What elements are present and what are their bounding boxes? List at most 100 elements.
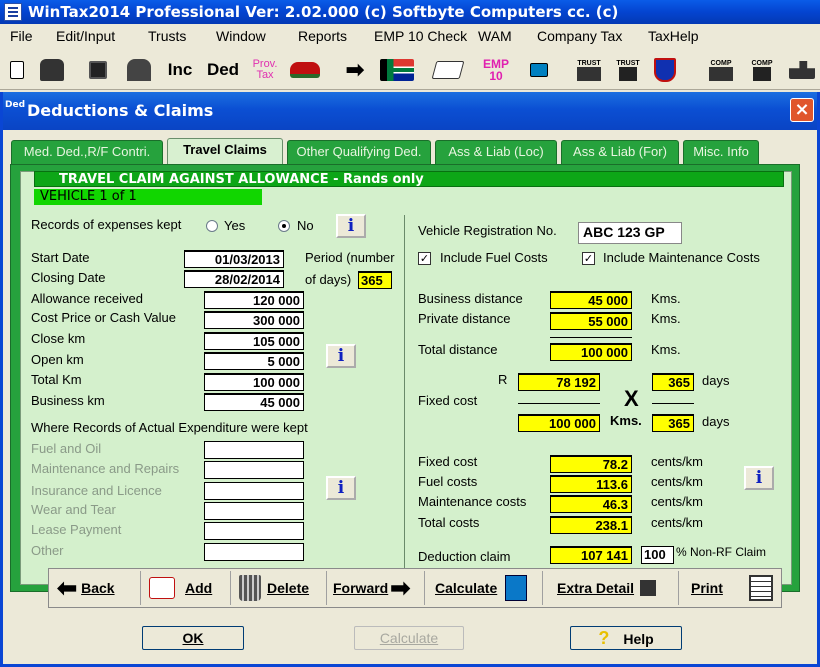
menu-bar: File Edit/Input Trusts Window Reports EM…	[0, 25, 820, 49]
menu-edit-input[interactable]: Edit/Input	[56, 28, 115, 44]
close-km-field[interactable]: 105 000	[204, 332, 304, 350]
tab-medical-deductions[interactable]: Med. Ded.,R/F Contri.	[11, 140, 163, 164]
trust-open-icon[interactable]: TRUST	[575, 56, 603, 84]
trust-save-icon[interactable]: TRUST	[614, 56, 642, 84]
south-africa-flag-icon[interactable]	[378, 56, 416, 84]
start-date-field[interactable]: 01/03/2013	[184, 250, 284, 268]
tab-other-qualifying[interactable]: Other Qualifying Ded.	[287, 140, 431, 164]
include-maintenance-checkbox[interactable]: ✓	[582, 252, 595, 265]
window-title-bar: WinTax2014 Professional Ver: 2.02.000 (c…	[0, 0, 820, 24]
expenditure-info-button[interactable]: i	[326, 476, 356, 500]
menu-trusts[interactable]: Trusts	[148, 28, 186, 44]
open-binoculars-icon[interactable]	[36, 56, 68, 84]
tab-assets-local[interactable]: Ass & Liab (Loc)	[435, 140, 557, 164]
menu-company-tax[interactable]: Company Tax	[537, 28, 622, 44]
records-no-radio[interactable]	[278, 220, 290, 232]
maintenance-field[interactable]	[204, 461, 304, 479]
car-icon[interactable]	[288, 56, 322, 84]
records-kept-label: Records of expenses kept	[31, 217, 182, 232]
deduction-claim-label: Deduction claim	[418, 549, 511, 564]
travel-claim-banner: TRAVEL CLAIM AGAINST ALLOWANCE - Rands o…	[34, 171, 784, 187]
close-button[interactable]: ×	[790, 98, 814, 122]
business-km-field[interactable]: 45 000	[204, 393, 304, 411]
include-fuel-checkbox[interactable]: ✓	[418, 252, 431, 265]
help-button[interactable]: ? Help	[570, 626, 682, 650]
non-rf-label: % Non-RF Claim	[676, 545, 767, 559]
dialog-title-bar: Ded Deductions & Claims	[3, 92, 817, 130]
costs-info-button[interactable]: i	[744, 466, 774, 490]
non-rf-percent-field[interactable]: 100	[641, 546, 674, 564]
back-button[interactable]: ⬅ Back	[51, 571, 141, 605]
private-kms-unit: Kms.	[651, 311, 681, 326]
allowance-field[interactable]: 120 000	[204, 291, 304, 309]
calculate-button[interactable]: Calculate	[427, 571, 543, 605]
wear-tear-field[interactable]	[204, 502, 304, 520]
menu-file[interactable]: File	[10, 28, 33, 44]
family-icon[interactable]	[124, 56, 154, 84]
closing-date-field[interactable]: 28/02/2014	[184, 270, 284, 288]
fuel-oil-label: Fuel and Oil	[31, 441, 102, 456]
total-cents-unit: cents/km	[651, 515, 704, 530]
insurance-field[interactable]	[204, 482, 304, 500]
trust-shield-icon[interactable]	[652, 56, 678, 84]
cost-price-field[interactable]: 300 000	[204, 311, 304, 329]
save-disk-icon[interactable]	[86, 56, 110, 84]
add-record-icon	[149, 577, 175, 599]
menu-emp10-check[interactable]: EMP 10 Check	[374, 28, 467, 44]
period-label-2: of days)	[305, 272, 352, 287]
calculator-icon[interactable]	[528, 56, 550, 84]
extra-detail-button[interactable]: Extra Detail	[545, 571, 679, 605]
deductions-button[interactable]: Ded	[205, 56, 241, 84]
km-info-button[interactable]: i	[326, 344, 356, 368]
rand-symbol: R	[498, 372, 508, 387]
company-open-icon[interactable]: COMP	[706, 56, 736, 84]
fixed-cost-label: Fixed cost	[418, 454, 478, 469]
close-km-label: Close km	[31, 331, 86, 346]
menu-wam[interactable]: WAM	[478, 28, 512, 44]
menu-taxhelp[interactable]: TaxHelp	[648, 28, 699, 44]
registration-field[interactable]: ABC 123 GP	[578, 222, 682, 244]
fixed-cents-unit: cents/km	[651, 454, 704, 469]
tab-assets-foreign[interactable]: Ass & Liab (For)	[561, 140, 679, 164]
toolbar: Inc Ded Prov. Tax ➡ EMP 10 TRUST TRUST COM…	[0, 50, 820, 90]
allowance-label: Allowance received	[31, 291, 144, 306]
private-distance-label: Private distance	[418, 311, 511, 326]
delete-button[interactable]: Delete	[233, 571, 327, 605]
lease-payment-field[interactable]	[204, 522, 304, 540]
new-document-icon[interactable]	[6, 56, 28, 84]
fixed-cost-field: 78.2	[550, 455, 632, 473]
tab-misc-info[interactable]: Misc. Info	[683, 140, 759, 164]
company-save-icon[interactable]: COMP	[748, 56, 776, 84]
income-button[interactable]: Inc	[165, 56, 195, 84]
records-info-button[interactable]: i	[336, 214, 366, 238]
records-yes-radio[interactable]	[206, 220, 218, 232]
maintenance-costs-label: Maintenance costs	[418, 494, 527, 509]
forward-button[interactable]: Forward ➡	[329, 571, 425, 605]
total-costs-label: Total costs	[418, 515, 480, 530]
maintenance-cents-unit: cents/km	[651, 494, 704, 509]
add-button[interactable]: Add	[143, 571, 231, 605]
arrow-right-icon[interactable]: ➡	[342, 56, 368, 84]
business-distance-label: Business distance	[418, 291, 523, 306]
days-top-field: 365	[652, 373, 694, 391]
tab-travel-claims[interactable]: Travel Claims	[167, 138, 283, 165]
total-km-field[interactable]: 100 000	[204, 373, 304, 391]
ok-button[interactable]: OK	[142, 626, 244, 650]
open-km-label: Open km	[31, 352, 84, 367]
emp10-button[interactable]: EMP 10	[478, 56, 514, 84]
fuel-oil-field[interactable]	[204, 441, 304, 459]
calculate-disabled-button[interactable]: Calculate	[354, 626, 464, 650]
other-field[interactable]	[204, 543, 304, 561]
provisional-tax-button[interactable]: Prov. Tax	[248, 56, 282, 84]
fuel-costs-label: Fuel costs	[418, 474, 478, 489]
open-km-field[interactable]: 5 000	[204, 352, 304, 370]
cost-price-label: Cost Price or Cash Value	[31, 310, 176, 325]
arrow-right-icon: ➡	[390, 574, 411, 602]
book-icon[interactable]	[431, 56, 465, 84]
include-fuel-label: Include Fuel Costs	[440, 250, 548, 265]
print-button[interactable]: Print	[681, 571, 779, 605]
maintenance-label: Maintenance and Repairs	[31, 461, 180, 476]
menu-reports[interactable]: Reports	[298, 28, 347, 44]
building-icon[interactable]	[788, 56, 816, 84]
menu-window[interactable]: Window	[216, 28, 266, 44]
